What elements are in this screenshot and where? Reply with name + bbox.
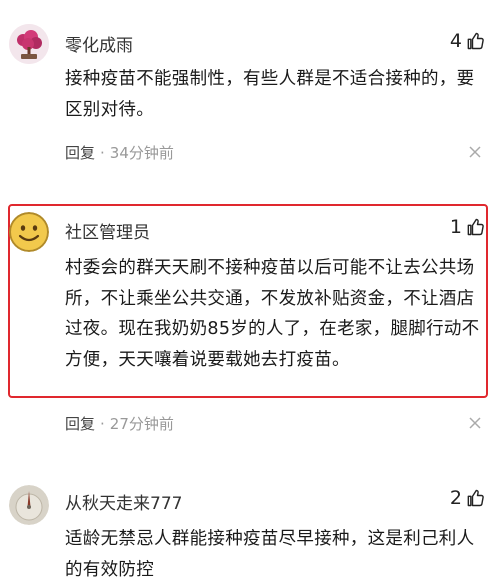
reply-button[interactable]: 回复 [65,144,95,162]
separator-dot: · [100,144,105,162]
user-avatar[interactable] [9,24,49,64]
smiley-avatar-icon [9,212,49,252]
bonsai-avatar-icon [9,24,49,64]
username[interactable]: 从秋天走来777 [65,489,182,514]
separator-dot: · [100,415,105,433]
username[interactable]: 社区管理员 [65,218,150,243]
like-count: 2 [449,487,462,509]
like-button[interactable]: 4 [450,30,485,52]
comment-meta: 回复 · 27分钟前 [65,413,174,434]
timestamp: 34分钟前 [109,144,174,162]
thumbs-up-icon [467,489,484,507]
sundial-avatar-icon [9,485,49,525]
user-avatar[interactable] [9,212,49,252]
comment-text: 村委会的群天天刷不接种疫苗以后可能不让去公共场所，不让乘坐公共交通，不发放补贴资… [65,258,480,370]
like-button[interactable]: 1 [450,216,485,238]
comment-text: 适龄无禁忌人群能接种疫苗尽早接种，这是利己利人的有效防控 [65,529,475,580]
timestamp: 27分钟前 [109,415,174,433]
like-count: 1 [449,216,462,238]
username[interactable]: 零化成雨 [65,31,133,56]
close-icon[interactable] [468,416,482,430]
comment-text: 接种疫苗不能强制性，有些人群是不适合接种的，要区别对待。 [65,69,475,120]
thumbs-up-icon [467,32,484,50]
like-count: 4 [449,30,462,52]
comment-meta: 回复 · 34分钟前 [65,142,174,163]
thumbs-up-icon [467,218,484,236]
close-icon[interactable] [468,145,482,159]
reply-button[interactable]: 回复 [65,415,95,433]
user-avatar[interactable] [9,485,49,525]
like-button[interactable]: 2 [450,487,485,509]
